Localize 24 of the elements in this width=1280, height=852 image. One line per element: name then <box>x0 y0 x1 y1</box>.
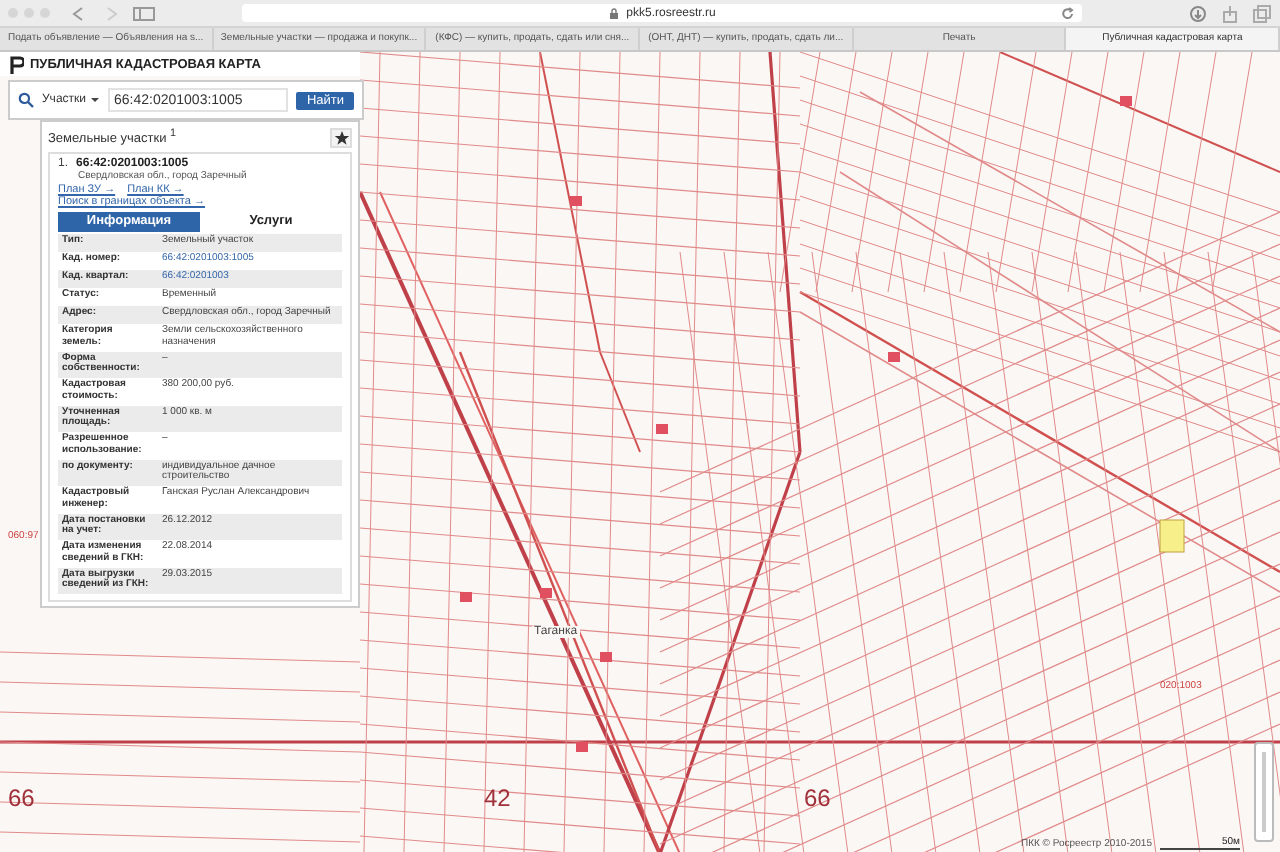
selected-parcel[interactable] <box>1159 519 1185 553</box>
tabs-icon[interactable] <box>1252 3 1272 23</box>
building-marker <box>576 742 588 752</box>
favorite-button[interactable] <box>330 127 352 147</box>
building-marker <box>600 652 612 662</box>
reload-icon[interactable] <box>1060 5 1076 21</box>
caret-icon <box>90 96 100 104</box>
building-marker <box>570 196 582 206</box>
search-icon[interactable] <box>18 92 34 108</box>
logo-icon <box>10 55 24 73</box>
map-label: 66 <box>8 784 35 812</box>
download-icon[interactable] <box>1188 3 1208 23</box>
building-marker <box>656 424 668 434</box>
map-label: 66 <box>804 784 831 812</box>
map-label: 42 <box>484 784 511 812</box>
star-icon <box>333 129 349 145</box>
building-marker <box>540 588 552 598</box>
zoom-control[interactable] <box>1254 742 1274 842</box>
building-marker <box>460 592 472 602</box>
share-icon[interactable] <box>1220 3 1240 23</box>
sidebar-icon[interactable] <box>132 5 156 21</box>
lock-icon <box>608 7 621 19</box>
building-marker <box>888 352 900 362</box>
building-marker <box>1120 96 1132 106</box>
